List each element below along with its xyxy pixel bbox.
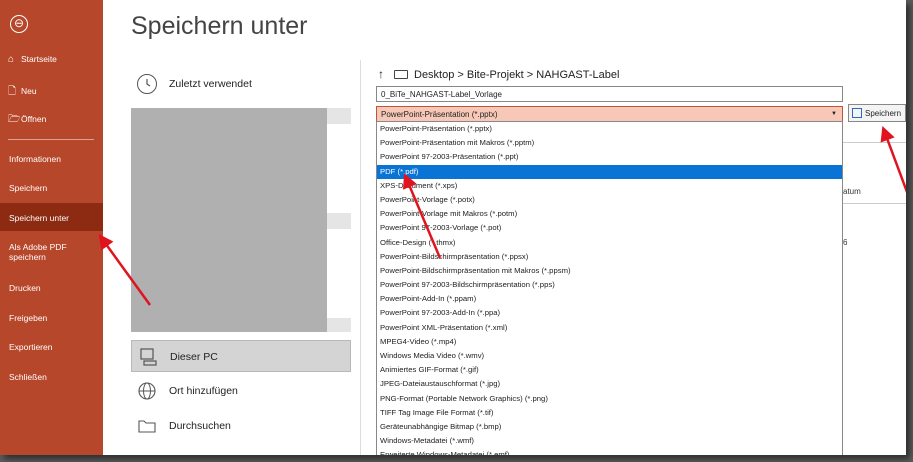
arrow-to-save-button <box>880 125 906 193</box>
arrow-to-pdf <box>403 173 442 259</box>
arrow-to-save-as <box>98 233 152 306</box>
annotation-arrows <box>98 125 906 306</box>
save-as-window: ⊖ ⌂ Startseite 🗋 Neu 🗁Öffnen Informationen… <box>0 0 906 455</box>
